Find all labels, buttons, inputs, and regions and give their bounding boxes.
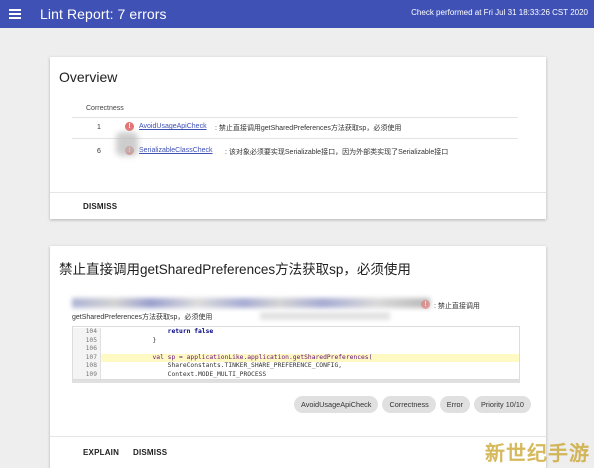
issue-count: 6 (97, 148, 101, 155)
chip-issue-id[interactable]: AvoidUsageApiCheck (293, 396, 379, 413)
issue-description: : 禁止直接调用 (434, 303, 480, 310)
code-line: 105 } (73, 336, 519, 345)
blurred-region (72, 298, 430, 308)
line-number: 109 (73, 370, 101, 379)
code-line: 106 (73, 345, 519, 354)
issue-title: 禁止直接调用getSharedPreferences方法获取sp，必须使用 (59, 262, 411, 277)
check-timestamp: Check performed at Fri Jul 31 18:33:26 C… (411, 8, 588, 17)
issue-summary: : 该对象必须要实现Serializable接口，因为外部类实现了Seriali… (225, 149, 449, 156)
app-title: Lint Report: 7 errors (40, 6, 167, 22)
code-text: } (107, 336, 157, 344)
line-number: 107 (73, 353, 101, 362)
issue-chips: AvoidUsageApiCheck Correctness Error Pri… (293, 396, 531, 413)
issue-count: 1 (97, 124, 101, 131)
chip-priority[interactable]: Priority 10/10 (474, 396, 531, 413)
code-text: ShareConstants.TINKER_SHARE_PREFERENCE_C… (107, 362, 343, 369)
row-divider (72, 138, 518, 139)
issue-link-serializable-class-check[interactable]: SerializableClassCheck (139, 147, 213, 154)
blurred-region (116, 132, 138, 156)
blurred-subtitle (59, 277, 63, 292)
horizontal-scrollbar[interactable] (72, 380, 520, 383)
line-number: 104 (73, 328, 101, 337)
line-number: 106 (73, 345, 101, 354)
overview-card: Overview Correctness 1 ! AvoidUsageApiCh… (50, 57, 546, 219)
row-divider (72, 117, 518, 118)
chip-severity[interactable]: Error (439, 396, 470, 413)
app-bar: Lint Report: 7 errors Check performed at… (0, 0, 594, 28)
code-text: return false (107, 328, 214, 335)
code-line: 104 return false (73, 328, 519, 337)
code-line: 109 Context.MODE_MULTI_PROCESS (73, 370, 519, 379)
explain-button[interactable]: EXPLAIN (83, 448, 119, 457)
card-divider (50, 436, 546, 437)
watermark-logo: 新世纪手游 (485, 443, 590, 465)
code-line-highlighted: 107 val sp = applicationLike.application… (73, 353, 519, 362)
issue-summary: : 禁止直接调用getSharedPreferences方法获取sp，必须使用 (215, 125, 402, 132)
chip-category[interactable]: Correctness (382, 396, 436, 413)
issue-description-cont: getSharedPreferences方法获取sp，必须使用 (72, 314, 213, 321)
blurred-region (260, 312, 390, 320)
code-text: val sp = applicationLike.application.get… (107, 353, 373, 361)
error-icon: ! (421, 300, 430, 309)
issue-card: 禁止直接调用getSharedPreferences方法获取sp，必须使用 ! … (50, 246, 546, 468)
error-icon: ! (125, 122, 134, 131)
code-snippet: 104 return false 105 } 106 107 val sp = … (72, 326, 520, 380)
dismiss-button[interactable]: DISMISS (83, 202, 117, 211)
line-number: 105 (73, 336, 101, 345)
overview-title: Overview (59, 69, 118, 85)
code-text: Context.MODE_MULTI_PROCESS (107, 370, 267, 378)
card-divider (50, 192, 546, 193)
code-line: 108 ShareConstants.TINKER_SHARE_PREFEREN… (73, 362, 519, 371)
menu-icon[interactable] (4, 0, 26, 28)
issue-link-avoid-usage-api-check[interactable]: AvoidUsageApiCheck (139, 123, 207, 130)
line-number: 108 (73, 362, 101, 371)
dismiss-button[interactable]: DISMISS (133, 448, 167, 457)
category-label: Correctness (86, 105, 124, 112)
